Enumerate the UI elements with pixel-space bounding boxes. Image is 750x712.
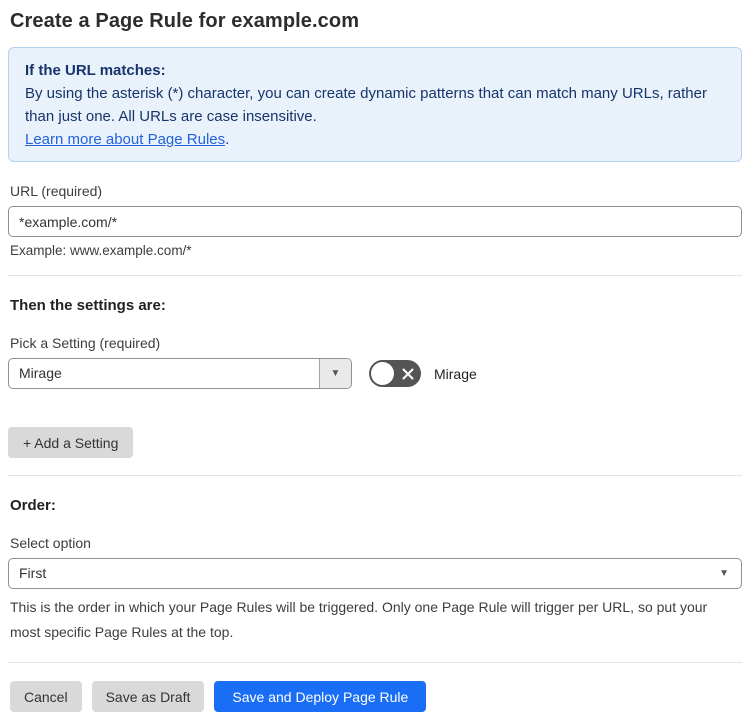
link-period: . <box>225 131 230 148</box>
info-box-body: By using the asterisk (*) character, you… <box>25 85 707 125</box>
setting-row: Mirage ▼ Mirage <box>8 358 742 389</box>
info-box-heading: If the URL matches: <box>25 62 166 79</box>
settings-section-heading: Then the settings are: <box>10 297 166 314</box>
page-title: Create a Page Rule for example.com <box>10 10 360 32</box>
setting-select-arrow-button[interactable]: ▼ <box>319 359 351 388</box>
x-icon <box>402 368 414 379</box>
order-select-arrow: ▼ <box>719 559 741 588</box>
save-as-draft-button[interactable]: Save as Draft <box>91 681 205 712</box>
info-box-link-line: Learn more about Page Rules. <box>25 128 725 151</box>
pick-setting-label: Pick a Setting (required) <box>10 335 161 351</box>
url-input[interactable] <box>8 206 742 237</box>
divider <box>8 475 742 476</box>
order-select-value: First <box>19 565 47 581</box>
chevron-down-icon: ▼ <box>330 367 341 379</box>
setting-select[interactable]: Mirage ▼ <box>8 358 352 389</box>
learn-more-link[interactable]: Learn more about Page Rules <box>25 131 225 148</box>
toggle-label: Mirage <box>434 365 477 382</box>
save-and-deploy-button[interactable]: Save and Deploy Page Rule <box>214 681 427 712</box>
url-field-label: URL (required) <box>10 183 103 199</box>
order-section-heading: Order: <box>10 497 56 514</box>
order-select[interactable]: First ▼ <box>8 558 742 589</box>
url-match-info-box: If the URL matches: By using the asteris… <box>8 47 742 162</box>
divider <box>8 662 742 663</box>
chevron-down-icon: ▼ <box>719 567 729 579</box>
mirage-toggle[interactable] <box>369 360 421 387</box>
create-page-rule-form: Create a Page Rule for example.com If th… <box>0 10 750 712</box>
add-setting-button[interactable]: + Add a Setting <box>8 427 134 458</box>
url-field-help: Example: www.example.com/* <box>10 243 192 258</box>
order-help-text: This is the order in which your Page Rul… <box>10 599 708 640</box>
divider <box>8 275 742 276</box>
footer-buttons: Cancel Save as Draft Save and Deploy Pag… <box>8 681 742 712</box>
order-select-label: Select option <box>10 535 91 551</box>
setting-select-value: Mirage <box>19 365 62 381</box>
toggle-knob <box>371 362 394 385</box>
cancel-button[interactable]: Cancel <box>10 681 82 712</box>
